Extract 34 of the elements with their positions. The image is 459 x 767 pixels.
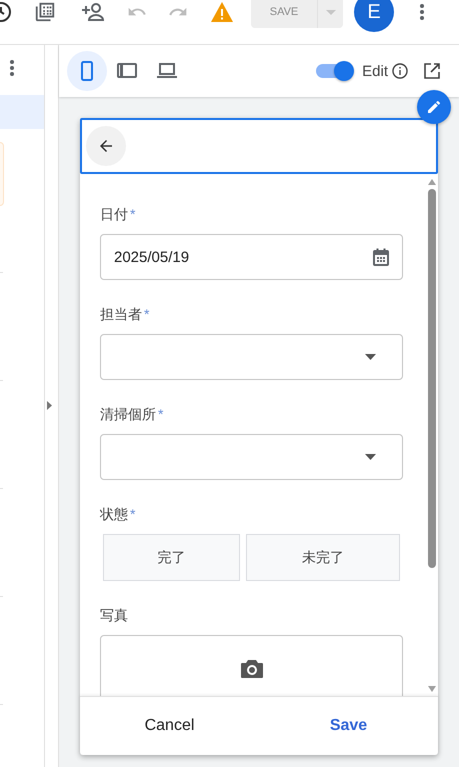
calendar-icon[interactable] bbox=[373, 248, 389, 266]
dropdown-field[interactable] bbox=[100, 434, 403, 480]
dropdown-arrow-icon[interactable] bbox=[365, 454, 376, 460]
expand-arrow-icon[interactable] bbox=[47, 401, 52, 410]
phone-view-button[interactable] bbox=[67, 51, 107, 91]
field-label: 写真 bbox=[100, 606, 129, 624]
open-external-icon[interactable] bbox=[424, 63, 440, 79]
more-icon[interactable] bbox=[10, 60, 14, 76]
edit-label: Edit bbox=[362, 62, 388, 80]
add-person-icon[interactable] bbox=[81, 1, 105, 23]
field-label: 状態* bbox=[100, 505, 136, 523]
date-field[interactable]: 2025/05/19 bbox=[100, 234, 403, 280]
avatar[interactable]: E bbox=[354, 0, 394, 32]
field-label: 日付* bbox=[100, 205, 136, 223]
phone-icon[interactable] bbox=[80, 61, 94, 81]
dropdown-arrow-icon[interactable] bbox=[365, 354, 376, 360]
info-icon[interactable] bbox=[392, 63, 408, 79]
tablet-icon[interactable] bbox=[117, 61, 137, 81]
scroll-down-icon[interactable] bbox=[428, 686, 436, 692]
field-label: 担当者* bbox=[100, 305, 150, 323]
dropdown-field[interactable] bbox=[100, 334, 403, 380]
scroll-up-icon[interactable] bbox=[428, 179, 436, 185]
choice-button[interactable]: 完了 bbox=[103, 534, 240, 581]
more-icon[interactable] bbox=[420, 4, 424, 20]
edit-button[interactable] bbox=[417, 90, 451, 124]
choice-button[interactable]: 未完了 bbox=[246, 534, 400, 581]
photo-upload-field[interactable] bbox=[100, 635, 403, 696]
save-button[interactable]: Save bbox=[259, 697, 438, 755]
pencil-icon[interactable] bbox=[426, 99, 442, 115]
camera-icon[interactable] bbox=[240, 660, 262, 678]
cancel-button[interactable]: Cancel bbox=[80, 697, 259, 755]
field-label: 清掃個所* bbox=[100, 405, 164, 423]
table-grid-icon[interactable] bbox=[34, 1, 56, 23]
laptop-icon[interactable] bbox=[157, 61, 177, 81]
